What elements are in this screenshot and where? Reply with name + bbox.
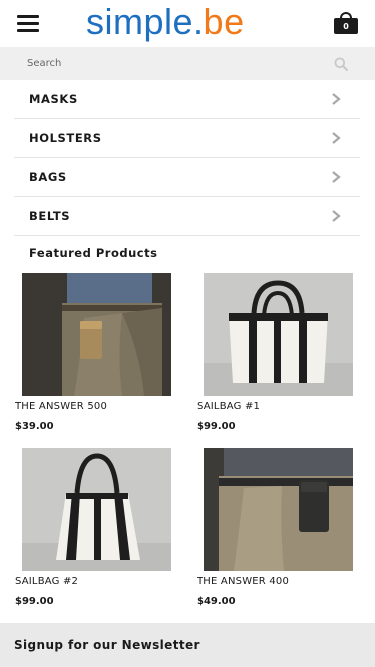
newsletter-title: Signup for our Newsletter <box>14 638 200 652</box>
product-card[interactable]: THE ANSWER 400 $49.00 <box>197 448 357 613</box>
product-price: $99.00 <box>197 421 236 432</box>
product-image[interactable] <box>204 448 353 571</box>
category-label: BAGS <box>29 170 67 184</box>
product-image[interactable] <box>204 273 353 396</box>
featured-products-heading: Featured Products <box>29 246 158 260</box>
category-list: MASKS HOLSTERS BAGS BELTS <box>14 80 360 236</box>
chevron-right-icon <box>332 210 341 222</box>
category-label: HOLSTERS <box>29 131 102 145</box>
cart-icon[interactable]: 0 <box>334 12 358 34</box>
product-name[interactable]: SAILBAG #1 <box>197 401 260 412</box>
search-input[interactable] <box>0 47 375 80</box>
newsletter-section[interactable]: Signup for our Newsletter <box>0 623 375 667</box>
search-bar <box>0 47 375 80</box>
chevron-right-icon <box>332 171 341 183</box>
header: simple.be 0 <box>0 0 375 47</box>
category-masks[interactable]: MASKS <box>14 80 360 119</box>
product-name[interactable]: SAILBAG #2 <box>15 576 78 587</box>
cart-count: 0 <box>334 18 358 34</box>
hamburger-menu-icon[interactable] <box>17 15 39 33</box>
chevron-right-icon <box>332 132 341 144</box>
product-price: $99.00 <box>15 596 54 607</box>
category-label: MASKS <box>29 92 78 106</box>
product-price: $49.00 <box>197 596 236 607</box>
product-image[interactable] <box>22 273 171 396</box>
product-price: $39.00 <box>15 421 54 432</box>
category-bags[interactable]: BAGS <box>14 158 360 197</box>
product-image[interactable] <box>22 448 171 571</box>
search-icon[interactable] <box>334 57 348 71</box>
product-name[interactable]: THE ANSWER 500 <box>15 401 107 412</box>
category-belts[interactable]: BELTS <box>14 197 360 236</box>
product-card[interactable]: SAILBAG #1 $99.00 <box>197 273 357 438</box>
chevron-right-icon <box>332 93 341 105</box>
product-card[interactable]: THE ANSWER 500 $39.00 <box>15 273 175 438</box>
product-card[interactable]: SAILBAG #2 $99.00 <box>15 448 175 613</box>
category-holsters[interactable]: HOLSTERS <box>14 119 360 158</box>
category-label: BELTS <box>29 209 71 223</box>
product-name[interactable]: THE ANSWER 400 <box>197 576 289 587</box>
logo[interactable]: simple.be <box>86 0 245 47</box>
